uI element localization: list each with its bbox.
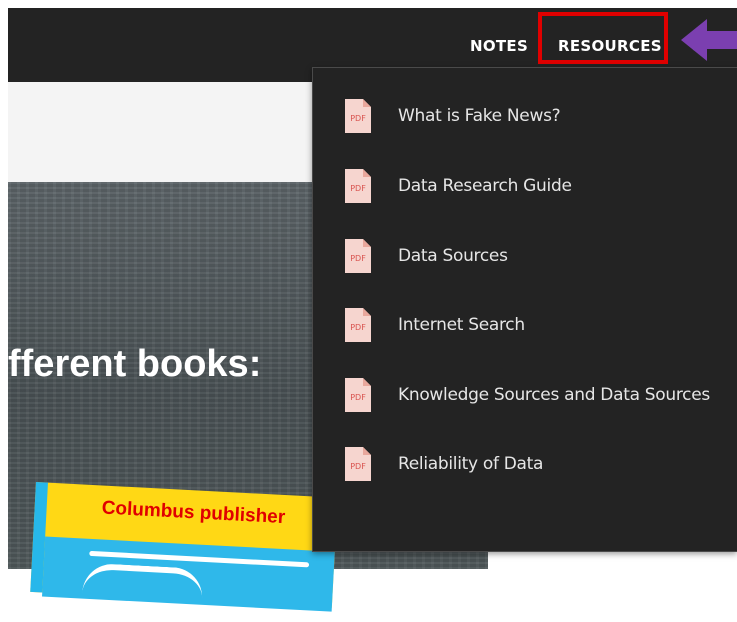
svg-text:PDF: PDF: [350, 323, 366, 332]
svg-text:PDF: PDF: [350, 254, 366, 263]
hero-heading: fferent books:: [8, 343, 262, 385]
pointer-arrow-icon: [681, 19, 737, 61]
resource-item-label: Data Sources: [398, 246, 508, 266]
resources-highlight-annotation: [538, 12, 668, 64]
pdf-file-icon: PDF: [345, 447, 371, 481]
resource-item-internet-search[interactable]: PDF Internet Search: [313, 300, 737, 350]
svg-text:PDF: PDF: [350, 114, 366, 123]
resource-item-label: Data Research Guide: [398, 176, 572, 196]
resource-item-reliability-of-data[interactable]: PDF Reliability of Data: [313, 439, 737, 489]
pdf-file-icon: PDF: [345, 378, 371, 412]
resources-dropdown-menu: PDF What is Fake News? PDF Data Research…: [312, 67, 737, 552]
resource-item-label: Internet Search: [398, 315, 525, 335]
resource-item-what-is-fake-news[interactable]: PDF What is Fake News?: [313, 91, 737, 141]
book-cover-image: Columbus publisher: [30, 482, 338, 615]
pdf-file-icon: PDF: [345, 308, 371, 342]
book-cover-lettering: [81, 562, 204, 615]
content-header-strip: [8, 82, 314, 182]
resource-item-label: What is Fake News?: [398, 106, 561, 126]
pdf-file-icon: PDF: [345, 169, 371, 203]
resource-item-knowledge-sources[interactable]: PDF Knowledge Sources and Data Sources: [313, 370, 737, 420]
svg-text:PDF: PDF: [350, 184, 366, 193]
resource-item-label: Reliability of Data: [398, 454, 544, 474]
resource-item-label: Knowledge Sources and Data Sources: [398, 385, 710, 405]
svg-text:PDF: PDF: [350, 462, 366, 471]
resource-item-data-research-guide[interactable]: PDF Data Research Guide: [313, 161, 737, 211]
pdf-file-icon: PDF: [345, 99, 371, 133]
pdf-file-icon: PDF: [345, 239, 371, 273]
book-cover-title: Columbus publisher: [101, 497, 286, 529]
nav-notes-link[interactable]: NOTES: [470, 36, 528, 56]
svg-text:PDF: PDF: [350, 393, 366, 402]
resource-item-data-sources[interactable]: PDF Data Sources: [313, 231, 737, 281]
